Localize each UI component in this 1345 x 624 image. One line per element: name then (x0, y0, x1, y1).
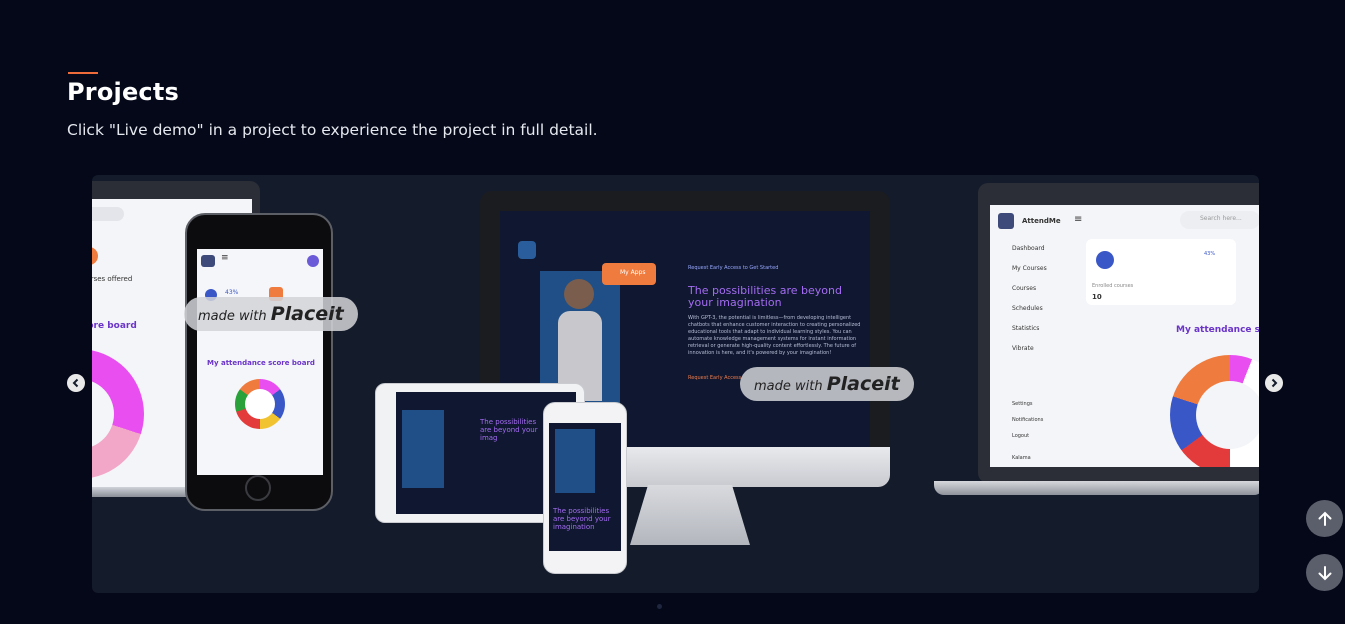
center-body: With GPT-3, the potential is limitless—f… (688, 315, 861, 356)
tablet-heading: The possibilities are beyond your imag (480, 418, 538, 442)
nav-vibrate: Vibrate (1012, 345, 1034, 352)
carousel-prev-button[interactable] (67, 374, 85, 392)
chevron-left-icon (72, 378, 79, 388)
carousel-indicator[interactable] (657, 604, 662, 609)
phone-avatar (307, 255, 319, 267)
left-attendance-donut (92, 349, 144, 479)
carousel-next-button[interactable] (1265, 374, 1283, 392)
nav-my-courses: My Courses (1012, 265, 1047, 272)
tablet-illustration (402, 410, 444, 488)
project-carousel[interactable]: ourses offered core board ≡ 43% My atten… (92, 175, 1259, 593)
phone-badge: 43% (225, 289, 239, 296)
nav-dashboard: Dashboard (1012, 245, 1045, 252)
user-name: Kalama (1012, 455, 1031, 461)
placeit-watermark-left: made with Placeit (184, 297, 358, 331)
iphone-illustration (555, 429, 595, 493)
right-score-board: My attendance sc (1176, 325, 1259, 335)
right-laptop-base (934, 481, 1259, 495)
phone-attendance-donut (235, 379, 285, 429)
monitor-stand (630, 485, 750, 545)
chat-icon (518, 241, 536, 259)
iphone-heading: The possibilities are beyond your imagin… (553, 507, 611, 531)
right-laptop-mockup: AttendMe ≡ Search here... Dashboard My C… (978, 183, 1259, 483)
nav-logout: Logout (1012, 433, 1030, 439)
attendme-brand: AttendMe (1022, 217, 1061, 225)
center-heading: The possibilities are beyond your imagin… (688, 284, 842, 309)
left-search-bar (92, 207, 124, 221)
phone-logo (201, 255, 215, 267)
nav-schedules: Schedules (1012, 305, 1043, 312)
attendme-search-input: Search here... (1180, 211, 1259, 229)
left-course-icon (92, 247, 98, 265)
my-apps-button: My Apps (602, 263, 656, 285)
section-title: Projects (67, 78, 180, 106)
enrolled-card: 43% Enrolled courses 10 (1086, 239, 1236, 305)
phone-score-board: My attendance score board (207, 359, 315, 367)
chevron-right-icon (1271, 378, 1278, 388)
left-score-board: core board (92, 321, 137, 331)
nav-statistics: Statistics (1012, 325, 1040, 332)
section-accent-line (68, 72, 98, 74)
right-attendance-donut (1170, 355, 1259, 467)
scroll-up-button[interactable] (1306, 500, 1343, 537)
arrow-down-icon (1318, 565, 1331, 580)
phone-menu-icon: ≡ (221, 253, 229, 263)
center-cta: Request Early Access (688, 375, 742, 381)
right-laptop-screen: AttendMe ≡ Search here... Dashboard My C… (990, 205, 1259, 467)
center-tag: Request Early Access to Get Started (688, 265, 779, 271)
phone-mockup: ≡ 43% My attendance score board (185, 213, 333, 511)
arrow-up-icon (1318, 511, 1331, 526)
nav-notifications: Notifications (1012, 417, 1044, 423)
iphone-mockup: The possibilities are beyond your imagin… (543, 402, 627, 574)
nav-courses: Courses (1012, 285, 1037, 292)
phone-screen: ≡ 43% My attendance score board (197, 249, 323, 475)
section-subtitle: Click "Live demo" in a project to experi… (67, 121, 598, 139)
attendme-menu-icon: ≡ (1074, 214, 1083, 225)
iphone-screen: The possibilities are beyond your imagin… (549, 423, 621, 551)
nav-settings: Settings (1012, 401, 1033, 407)
placeit-watermark-center: made with Placeit (740, 367, 914, 401)
scroll-down-button[interactable] (1306, 554, 1343, 591)
attendme-logo (998, 213, 1014, 229)
phone-home-button (245, 475, 271, 501)
left-courses-offered: ourses offered (92, 275, 133, 283)
